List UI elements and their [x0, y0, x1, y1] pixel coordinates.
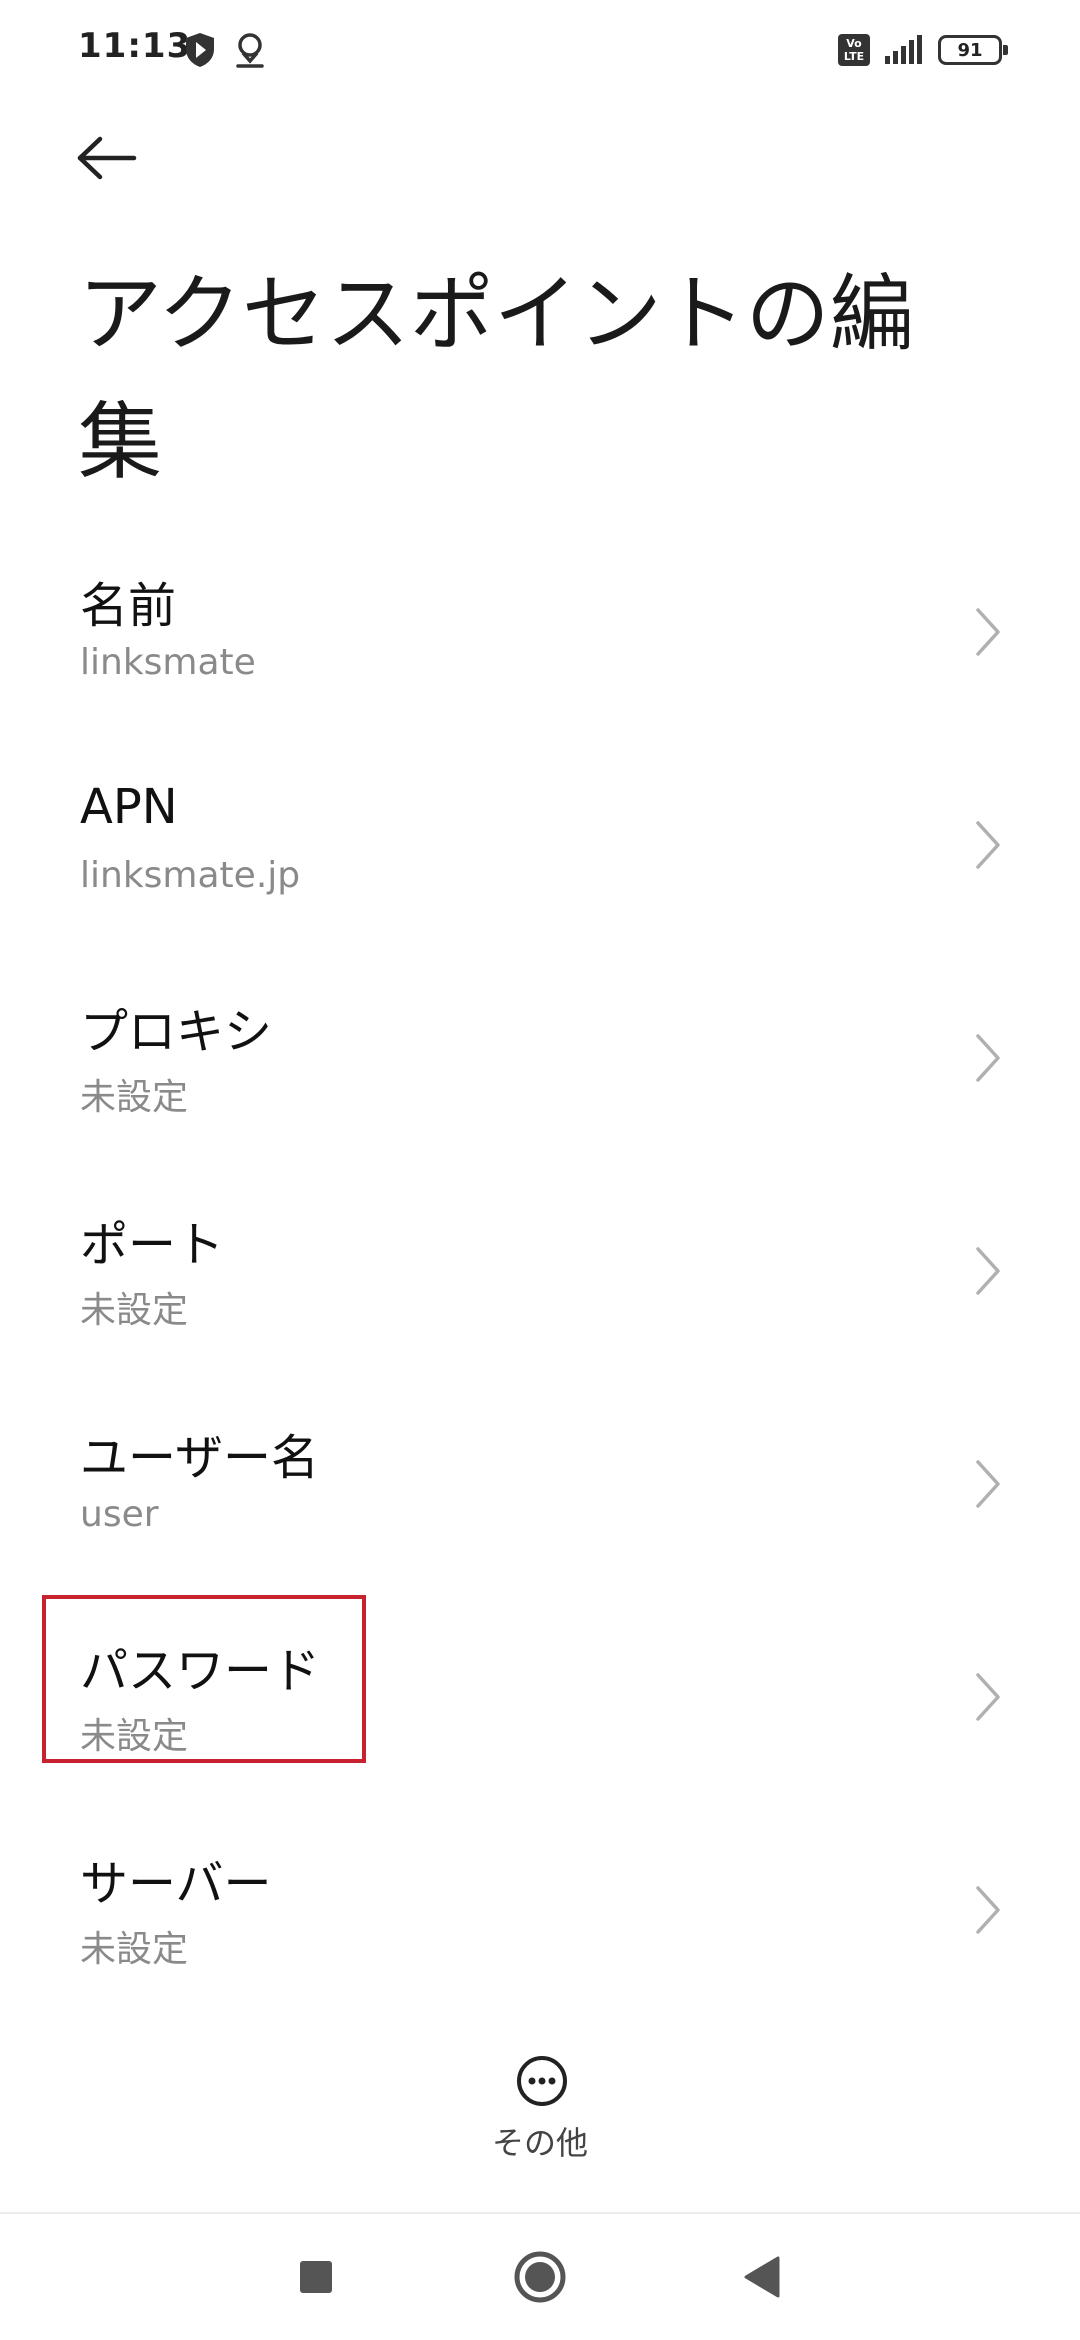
- setting-username-value: user: [80, 1494, 159, 1535]
- shield-icon: [186, 33, 214, 67]
- volte-icon: Vo LTE: [838, 34, 870, 66]
- setting-password-label: パスワード: [80, 1643, 321, 1699]
- battery-level: 91: [957, 39, 983, 61]
- chevron-right-icon: [976, 1034, 1000, 1082]
- square-icon: [300, 2261, 332, 2293]
- status-time: 11:13: [78, 26, 192, 66]
- setting-server[interactable]: サーバー 未設定: [0, 1808, 1080, 2021]
- location-pin-icon: [236, 33, 264, 68]
- back-nav-button[interactable]: [727, 2242, 797, 2312]
- setting-server-label: サーバー: [80, 1856, 272, 1912]
- triangle-back-icon: [744, 2256, 780, 2298]
- chevron-right-icon: [976, 821, 1000, 869]
- status-bar: 11:13 Vo LTE 91: [0, 0, 1080, 100]
- chevron-right-icon: [976, 1673, 1000, 1721]
- more-label: その他: [491, 2124, 588, 2162]
- setting-proxy[interactable]: プロキシ 未設定: [0, 956, 1080, 1169]
- setting-apn-value: linksmate.jp: [80, 855, 301, 896]
- setting-name[interactable]: 名前 linksmate: [0, 530, 1080, 743]
- battery-icon: 91: [938, 35, 1008, 65]
- setting-username[interactable]: ユーザー名 user: [0, 1382, 1080, 1595]
- setting-name-value: linksmate: [80, 642, 256, 683]
- setting-port-label: ポート: [80, 1217, 225, 1273]
- apn-settings-list: 名前 linksmate APN linksmate.jp プロキシ 未設定 ポ…: [0, 530, 1080, 2021]
- setting-port[interactable]: ポート 未設定: [0, 1169, 1080, 1382]
- setting-password-value: 未設定: [80, 1716, 189, 1757]
- back-button[interactable]: [76, 118, 156, 198]
- more-options-icon: [517, 2056, 567, 2106]
- signal-strength-icon: [885, 35, 922, 64]
- setting-name-label: 名前: [80, 578, 177, 634]
- setting-username-label: ユーザー名: [80, 1430, 320, 1486]
- setting-port-value: 未設定: [80, 1290, 189, 1331]
- more-button[interactable]: その他: [440, 2050, 640, 2170]
- status-icons: Vo LTE 91: [838, 30, 1008, 70]
- page-title: アクセスポイントの編集: [78, 265, 914, 491]
- chevron-right-icon: [976, 1460, 1000, 1508]
- setting-apn-label: APN: [80, 779, 178, 835]
- chevron-right-icon: [976, 1247, 1000, 1295]
- setting-password[interactable]: パスワード 未設定: [0, 1595, 1080, 1808]
- setting-server-value: 未設定: [80, 1929, 189, 1970]
- back-arrow-icon: [77, 136, 137, 180]
- volte-badge-top: Vo: [846, 37, 862, 50]
- chevron-right-icon: [976, 608, 1000, 656]
- chevron-right-icon: [976, 1886, 1000, 1934]
- navigation-bar: [0, 2214, 1080, 2340]
- volte-badge-bottom: LTE: [843, 50, 865, 63]
- circle-icon: [514, 2251, 566, 2303]
- setting-apn[interactable]: APN linksmate.jp: [0, 743, 1080, 956]
- setting-proxy-value: 未設定: [80, 1077, 189, 1118]
- setting-proxy-label: プロキシ: [80, 1004, 273, 1060]
- recents-button[interactable]: [281, 2242, 351, 2312]
- home-button[interactable]: [505, 2242, 575, 2312]
